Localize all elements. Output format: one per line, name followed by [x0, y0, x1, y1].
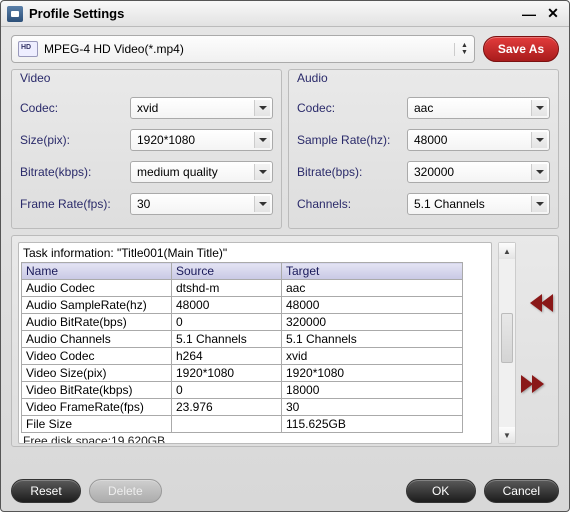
profile-settings-window: Profile Settings — ✕ MPEG-4 HD Video(*.m…	[0, 0, 570, 512]
cell-target: 115.625GB	[282, 416, 463, 433]
cell-source	[172, 416, 282, 433]
vertical-scrollbar[interactable]: ▲ ▼	[498, 242, 516, 444]
free-disk-label: Free disk space:19.620GB	[21, 433, 489, 444]
table-row: Video BitRate(kbps)018000	[22, 382, 463, 399]
audio-channels-select[interactable]: 5.1 Channels	[407, 193, 550, 215]
window-title: Profile Settings	[29, 6, 124, 21]
audio-bitrate-select[interactable]: 320000	[407, 161, 550, 183]
profile-select[interactable]: MPEG-4 HD Video(*.mp4) ▲▼	[11, 35, 475, 63]
video-group-title: Video	[18, 69, 52, 87]
video-size-select[interactable]: 1920*1080	[130, 129, 273, 151]
cell-source: h264	[172, 348, 282, 365]
video-bitrate-select[interactable]: medium quality	[130, 161, 273, 183]
cell-name: Video BitRate(kbps)	[22, 382, 172, 399]
audio-sample-select[interactable]: 48000	[407, 129, 550, 151]
table-row: File Size 115.625GB	[22, 416, 463, 433]
cell-name: File Size	[22, 416, 172, 433]
cell-target: 30	[282, 399, 463, 416]
cell-target: 18000	[282, 382, 463, 399]
table-row: Audio SampleRate(hz)4800048000	[22, 297, 463, 314]
chevron-down-icon	[531, 196, 547, 212]
col-source: Source	[172, 263, 282, 280]
cell-name: Audio Channels	[22, 331, 172, 348]
video-codec-select[interactable]: xvid	[130, 97, 273, 119]
table-row: Audio BitRate(bps)0320000	[22, 314, 463, 331]
audio-codec-label: Codec:	[297, 101, 401, 115]
audio-codec-select[interactable]: aac	[407, 97, 550, 119]
audio-channels-label: Channels:	[297, 197, 401, 211]
cell-source: 0	[172, 314, 282, 331]
cell-target: 48000	[282, 297, 463, 314]
task-table-wrap: Task information: "Title001(Main Title)"…	[18, 242, 492, 444]
cancel-button[interactable]: Cancel	[484, 479, 559, 503]
audio-group-title: Audio	[295, 69, 330, 87]
chevron-down-icon	[254, 196, 270, 212]
video-fps-label: Frame Rate(fps):	[20, 197, 124, 211]
task-info-pane: Task information: "Title001(Main Title)"…	[11, 235, 559, 447]
cell-name: Video FrameRate(fps)	[22, 399, 172, 416]
scroll-up-icon[interactable]: ▲	[499, 243, 515, 259]
chevron-down-icon	[254, 100, 270, 116]
bottom-bar: Reset Delete OK Cancel	[1, 475, 569, 511]
profile-label: MPEG-4 HD Video(*.mp4)	[44, 42, 448, 56]
minimize-button[interactable]: —	[519, 5, 539, 23]
cell-name: Audio Codec	[22, 280, 172, 297]
col-name: Name	[22, 263, 172, 280]
video-fps-select[interactable]: 30	[130, 193, 273, 215]
task-caption: Task information: "Title001(Main Title)"	[21, 245, 489, 262]
cell-source: 5.1 Channels	[172, 331, 282, 348]
cell-name: Audio BitRate(bps)	[22, 314, 172, 331]
video-size-label: Size(pix):	[20, 133, 124, 147]
cell-target: aac	[282, 280, 463, 297]
audio-group: Audio Codec: aac Sample Rate(hz): 48000 …	[288, 69, 559, 229]
chevron-down-icon	[531, 100, 547, 116]
table-row: Video Codech264xvid	[22, 348, 463, 365]
hd-format-icon	[18, 41, 38, 57]
close-button[interactable]: ✕	[543, 5, 563, 23]
chevron-down-icon	[531, 132, 547, 148]
delete-button: Delete	[89, 479, 162, 503]
cell-source: 1920*1080	[172, 365, 282, 382]
video-group: Video Codec: xvid Size(pix): 1920*1080 B…	[11, 69, 282, 229]
audio-bitrate-label: Bitrate(bps):	[297, 165, 401, 179]
save-as-button[interactable]: Save As	[483, 36, 559, 62]
audio-sample-label: Sample Rate(hz):	[297, 133, 401, 147]
forward-icon	[532, 375, 553, 393]
table-row: Audio Channels5.1 Channels5.1 Channels	[22, 331, 463, 348]
chevron-down-icon	[254, 132, 270, 148]
task-table: Name Source Target Audio Codecdtshd-maac…	[21, 262, 463, 433]
cell-target: 5.1 Channels	[282, 331, 463, 348]
col-target: Target	[282, 263, 463, 280]
cell-source: dtshd-m	[172, 280, 282, 297]
cell-target: 320000	[282, 314, 463, 331]
app-icon	[7, 6, 23, 22]
chevron-down-icon	[531, 164, 547, 180]
ok-button[interactable]: OK	[406, 479, 476, 503]
cell-target: 1920*1080	[282, 365, 463, 382]
cell-name: Video Size(pix)	[22, 365, 172, 382]
next-button[interactable]	[521, 375, 553, 393]
rewind-icon	[532, 294, 553, 312]
table-row: Video Size(pix)1920*10801920*1080	[22, 365, 463, 382]
video-bitrate-label: Bitrate(kbps):	[20, 165, 124, 179]
titlebar: Profile Settings — ✕	[1, 1, 569, 27]
cell-source: 48000	[172, 297, 282, 314]
cell-target: xvid	[282, 348, 463, 365]
scroll-down-icon[interactable]: ▼	[499, 427, 515, 443]
cell-name: Audio SampleRate(hz)	[22, 297, 172, 314]
prev-button[interactable]	[521, 294, 553, 312]
reset-button[interactable]: Reset	[11, 479, 81, 503]
cell-source: 23.976	[172, 399, 282, 416]
video-codec-label: Codec:	[20, 101, 124, 115]
table-row: Video FrameRate(fps)23.97630	[22, 399, 463, 416]
scroll-thumb[interactable]	[501, 313, 513, 363]
spinner-icon: ▲▼	[454, 43, 470, 56]
chevron-down-icon	[254, 164, 270, 180]
table-row: Audio Codecdtshd-maac	[22, 280, 463, 297]
cell-source: 0	[172, 382, 282, 399]
cell-name: Video Codec	[22, 348, 172, 365]
